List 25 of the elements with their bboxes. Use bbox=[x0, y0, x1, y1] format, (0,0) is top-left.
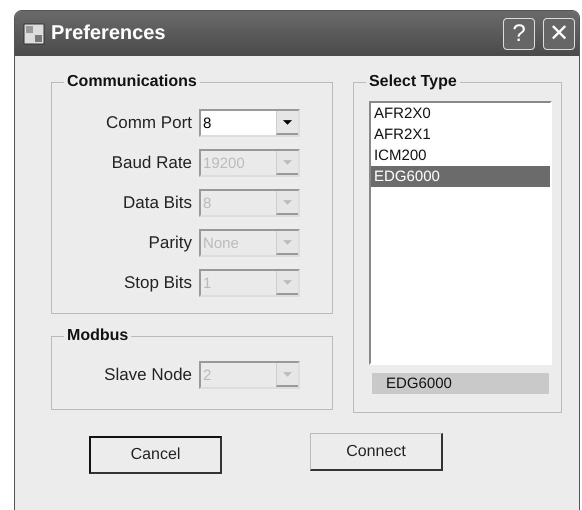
cancel-button[interactable]: Cancel bbox=[89, 436, 222, 474]
caret-icon bbox=[276, 191, 298, 215]
caret-icon bbox=[276, 271, 298, 295]
group-title: Select Type bbox=[366, 73, 460, 91]
field-label: Stop Bits bbox=[122, 273, 192, 293]
caret-icon bbox=[276, 363, 298, 387]
help-button[interactable]: ? bbox=[503, 18, 535, 50]
list-item[interactable]: AFR2X0 bbox=[371, 103, 550, 124]
selected-type-label: EDG6000 bbox=[372, 373, 549, 394]
app-icon bbox=[23, 22, 45, 44]
field-label: Comm Port bbox=[105, 113, 192, 133]
close-button[interactable]: ✕ bbox=[543, 18, 575, 50]
list-item[interactable]: EDG6000 bbox=[371, 166, 550, 187]
dropdown[interactable]: 8 bbox=[199, 109, 300, 137]
field-label: Data Bits bbox=[122, 193, 192, 213]
field-label: Baud Rate bbox=[110, 153, 192, 173]
caret-icon bbox=[276, 231, 298, 255]
window-title: Preferences bbox=[51, 22, 167, 45]
field-label: Slave Node bbox=[103, 365, 192, 385]
caret-icon bbox=[276, 111, 298, 135]
caret-icon bbox=[276, 151, 298, 175]
list-item[interactable]: ICM200 bbox=[371, 145, 550, 166]
list-item[interactable]: AFR2X1 bbox=[371, 124, 550, 145]
connect-button[interactable]: Connect bbox=[310, 433, 443, 471]
field-label: Parity bbox=[148, 233, 192, 253]
